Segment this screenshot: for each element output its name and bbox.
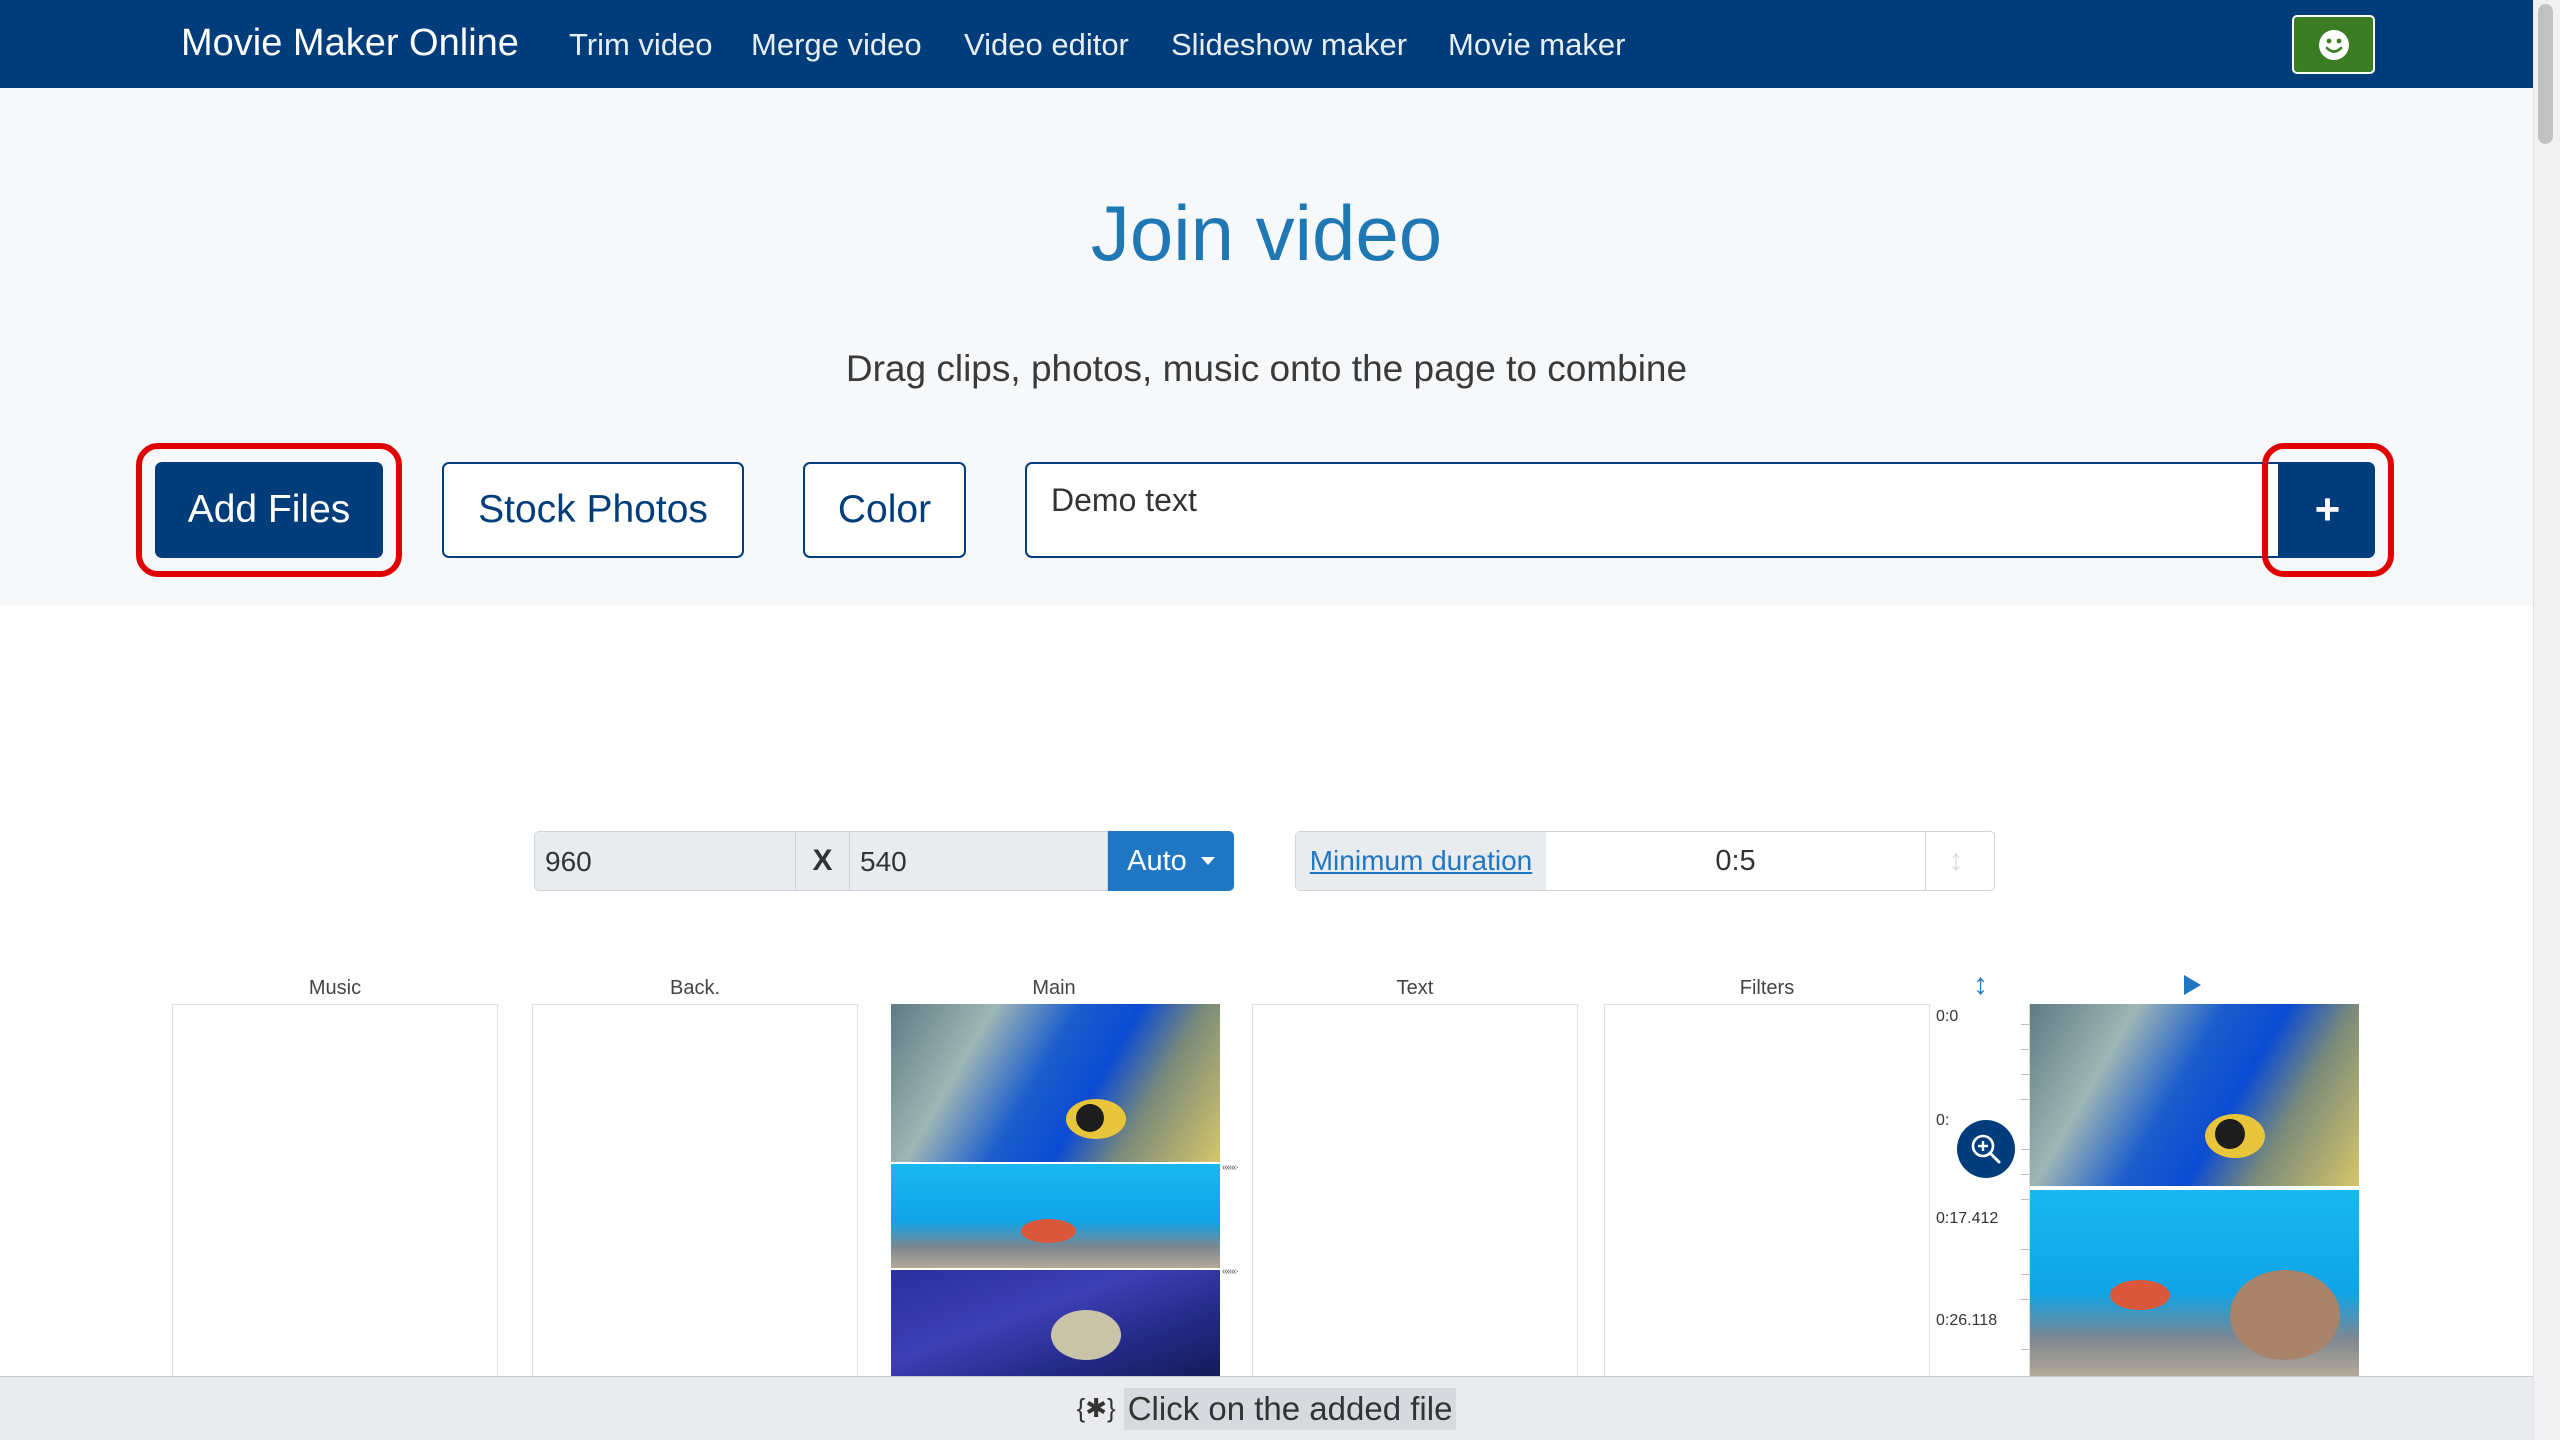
top-navbar: Movie Maker Online Trim video Merge vide… — [0, 0, 2533, 88]
time-marker: 0: — [1936, 1112, 1950, 1129]
fish-shape — [2110, 1280, 2170, 1310]
play-icon[interactable] — [2184, 975, 2201, 995]
page-title: Join video — [1090, 189, 1443, 277]
ruler-tick — [2021, 1299, 2029, 1300]
minimum-duration-link[interactable]: Minimum duration — [1296, 832, 1546, 890]
hint-text: Click on the added file — [1123, 1387, 1457, 1430]
zoom-in-button[interactable] — [1957, 1120, 2015, 1178]
smiley-icon — [2318, 29, 2349, 60]
text-input[interactable]: Demo text — [1025, 462, 2280, 558]
ruler-tick — [2021, 1024, 2029, 1025]
bottom-hint-bar: {✱} Click on the added file — [0, 1376, 2533, 1440]
time-marker: 0:17.412 — [1936, 1210, 1999, 1227]
main-clip-3-thumbnail[interactable] — [891, 1270, 1220, 1380]
color-button[interactable]: Color — [803, 462, 966, 558]
rock-shape — [2230, 1270, 2340, 1360]
preview-clip-2-thumbnail[interactable] — [2030, 1190, 2359, 1376]
ruler-tick — [2021, 1349, 2029, 1350]
auto-dropdown-button[interactable]: Auto — [1108, 831, 1234, 891]
hint-icon: {✱} — [1076, 1393, 1116, 1423]
caret-down-icon — [1200, 857, 1215, 865]
ruler-tick — [2021, 1049, 2029, 1050]
resize-vertical-icon[interactable]: ↕ — [1973, 968, 1988, 1002]
ruler-tick — [2021, 1099, 2029, 1100]
clip-transition-icon[interactable]: «««· — [1222, 1162, 1239, 1173]
width-input[interactable]: 960 — [534, 831, 796, 891]
auto-label: Auto — [1127, 844, 1187, 877]
dimension-separator: X — [796, 831, 849, 891]
ruler-tick — [2021, 1249, 2029, 1250]
fish-shape — [1051, 1310, 1121, 1360]
text-track-label: Text — [1396, 977, 1434, 999]
music-track[interactable] — [172, 1004, 498, 1380]
back-track-label: Back. — [669, 977, 721, 999]
add-text-button[interactable]: + — [2280, 462, 2375, 558]
time-marker: 0:26.118 — [1936, 1312, 1998, 1329]
nav-slideshow-maker[interactable]: Slideshow maker — [1171, 27, 1407, 63]
fish-shape — [1076, 1104, 1104, 1132]
ruler-tick — [2021, 1199, 2029, 1200]
stock-photos-button[interactable]: Stock Photos — [442, 462, 744, 558]
zoom-in-icon — [1971, 1134, 2001, 1164]
minimum-duration-group: Minimum duration 0:5 ↕ — [1295, 831, 1995, 891]
height-input[interactable]: 540 — [849, 831, 1108, 891]
main-clip-1-thumbnail[interactable] — [891, 1004, 1220, 1162]
add-files-button[interactable]: Add Files — [155, 462, 383, 558]
back-track[interactable] — [532, 1004, 858, 1380]
scrollbar-thumb[interactable] — [2538, 4, 2553, 144]
timeline-ruler: 0:0 0: 0:17.412 0:26.118 — [1930, 1004, 2030, 1380]
time-marker: 0:0 — [1936, 1008, 1959, 1025]
filters-track[interactable] — [1604, 1004, 1930, 1380]
main-track-label: Main — [1032, 977, 1076, 999]
ruler-tick — [2021, 1074, 2029, 1075]
preview-clip-1-thumbnail[interactable] — [2030, 1004, 2359, 1186]
fish-shape — [2215, 1119, 2245, 1149]
main-clip-2-thumbnail[interactable] — [891, 1164, 1220, 1268]
page-scrollbar[interactable] — [2533, 0, 2560, 1440]
filters-track-label: Filters — [1739, 977, 1795, 999]
ruler-tick — [2021, 1174, 2029, 1175]
nav-video-editor[interactable]: Video editor — [964, 27, 1129, 63]
ruler-tick — [2021, 1274, 2029, 1275]
clip-transition-icon[interactable]: «««· — [1222, 1266, 1239, 1277]
text-track[interactable] — [1252, 1004, 1578, 1380]
nav-merge-video[interactable]: Merge video — [751, 27, 922, 63]
nav-movie-maker[interactable]: Movie maker — [1448, 27, 1625, 63]
page-subtitle: Drag clips, photos, music onto the page … — [845, 348, 1688, 389]
user-menu-button[interactable] — [2292, 15, 2375, 74]
ruler-tick — [2021, 1149, 2029, 1150]
nav-trim-video[interactable]: Trim video — [569, 27, 713, 63]
main-track[interactable]: «««· «««· — [891, 1004, 1239, 1380]
updown-spinner-icon[interactable]: ↕ — [1936, 840, 1976, 882]
music-track-label: Music — [308, 977, 362, 999]
minimum-duration-input[interactable]: 0:5 — [1546, 832, 1926, 890]
brand-logo[interactable]: Movie Maker Online — [181, 22, 519, 65]
fish-shape — [1021, 1219, 1076, 1243]
